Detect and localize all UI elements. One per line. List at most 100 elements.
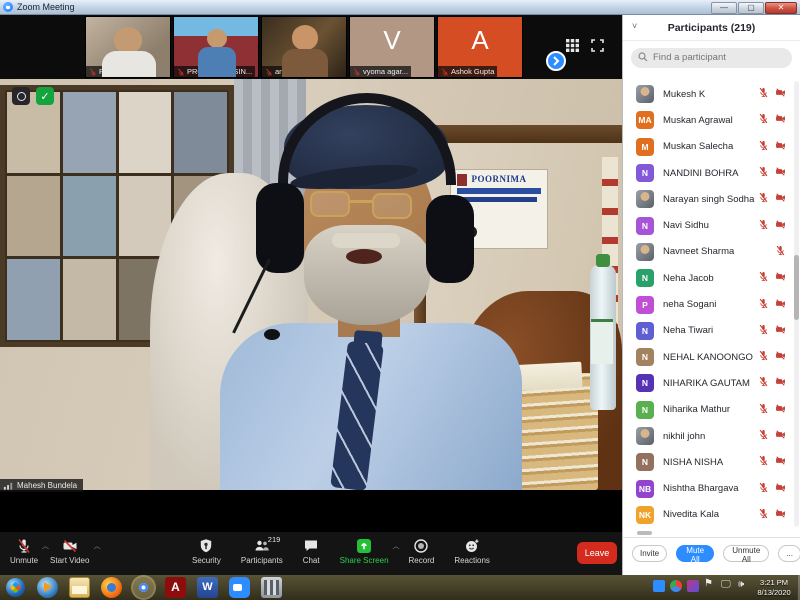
next-page-arrow-button[interactable] xyxy=(546,51,566,71)
unmute-all-button[interactable]: Unmute All xyxy=(723,545,769,562)
file-explorer-icon[interactable] xyxy=(69,577,90,598)
chrome-icon[interactable] xyxy=(133,577,154,598)
chevron-up-icon[interactable]: ︿ xyxy=(393,541,400,551)
record-button[interactable]: Record xyxy=(403,536,441,567)
participant-row[interactable]: Navneet Sharma xyxy=(623,239,793,265)
mic-tip xyxy=(264,329,280,340)
reactions-button[interactable]: Reactions xyxy=(448,536,496,567)
taskbar-clock[interactable]: 3:21 PM 8/13/2020 xyxy=(752,578,796,597)
participant-photo-avatar xyxy=(636,85,654,103)
mic-muted-icon xyxy=(758,480,769,498)
minimize-button[interactable]: — xyxy=(711,2,737,14)
participant-row[interactable]: NNEHAL KANOONGO xyxy=(623,344,793,370)
participant-row[interactable]: MAMuskan Agrawal xyxy=(623,107,793,133)
windows-taskbar: 3:21 PM 8/13/2020 xyxy=(0,575,800,600)
gallery-view-icon[interactable] xyxy=(566,39,579,52)
maximize-button[interactable]: ▢ xyxy=(738,2,764,14)
panel-collapse-icon[interactable]: ˅ xyxy=(632,21,637,31)
mic-muted-icon xyxy=(758,164,769,182)
leave-button[interactable]: Leave xyxy=(577,542,617,564)
invite-button[interactable]: Invite xyxy=(632,545,667,562)
video-off-icon xyxy=(775,217,786,235)
find-participant-input[interactable] xyxy=(631,48,792,68)
firefox-icon[interactable] xyxy=(101,577,122,598)
security-button[interactable]: Security xyxy=(186,536,227,567)
action-center-flag-icon[interactable] xyxy=(704,580,716,592)
participant-row[interactable]: NKNivedita Kala xyxy=(623,502,793,528)
filmstrip-thumbnail[interactable]: Vrect x="6.2" y="1.5" width="3.6" height… xyxy=(349,16,435,78)
participant-photo-avatar xyxy=(636,427,654,445)
unmute-button[interactable]: Unmute︿ xyxy=(4,536,44,567)
participant-row[interactable]: NNeha Tiwari xyxy=(623,318,793,344)
people-icon: 219 xyxy=(254,538,270,554)
muted-mic-icon: rect x="6.2" y="1.5" width="3.6" height=… xyxy=(353,68,361,76)
mic-muted-icon xyxy=(758,453,769,471)
wood-beam xyxy=(418,125,622,143)
zoom-taskbar-icon[interactable] xyxy=(229,577,250,598)
chevron-up-icon[interactable]: ︿ xyxy=(93,541,100,551)
start-button[interactable] xyxy=(6,578,25,597)
filmstrip-thumbnail[interactable]: rect x="6.2" y="1.5" width="3.6" height=… xyxy=(85,16,171,78)
panel-scrollbar-thumb[interactable] xyxy=(794,255,799,320)
tray-zoom-icon[interactable] xyxy=(653,580,665,592)
filmstrip-thumbnail[interactable]: rect x="6.2" y="1.5" width="3.6" height=… xyxy=(261,16,347,78)
filmstrip-thumbnail[interactable]: Arect x="6.2" y="1.5" width="3.6" height… xyxy=(437,16,523,78)
thumbnail-name-label: rect x="6.2" y="1.5" width="3.6" height=… xyxy=(438,66,497,77)
tray-app-icon[interactable] xyxy=(687,580,699,592)
movie-maker-icon[interactable] xyxy=(261,577,282,598)
participant-letter-avatar: MA xyxy=(636,111,654,129)
zoom-meeting-window: Zoom Meeting — ▢ ✕ rect x="6.2" y="1.5" … xyxy=(0,0,800,600)
share-screen-button[interactable]: Share Screen︿ xyxy=(334,536,395,567)
adobe-reader-icon[interactable] xyxy=(165,577,186,598)
thumbnail-name-label: rect x="6.2" y="1.5" width="3.6" height=… xyxy=(174,66,255,77)
participant-row[interactable]: nikhil john xyxy=(623,423,793,449)
close-button[interactable]: ✕ xyxy=(765,2,797,14)
participant-photo-avatar xyxy=(636,243,654,261)
media-player-icon[interactable] xyxy=(37,577,58,598)
participant-row[interactable]: NNANDINI BOHRA xyxy=(623,160,793,186)
participant-row[interactable]: NNiharika Mathur xyxy=(623,397,793,423)
participants-button[interactable]: 219 Participants xyxy=(235,536,289,567)
meeting-info-icon[interactable] xyxy=(12,87,30,105)
participant-row[interactable]: NNISHA NISHA xyxy=(623,449,793,475)
start-video-button[interactable]: Start Video︿ xyxy=(44,536,95,567)
clock-date: 8/13/2020 xyxy=(752,588,796,598)
mic-muted-icon xyxy=(758,374,769,392)
meeting-main-area: rect x="6.2" y="1.5" width="3.6" height=… xyxy=(0,15,622,575)
participant-row[interactable]: Narayan singh Sodha xyxy=(623,186,793,212)
chat-button[interactable]: Chat xyxy=(297,536,326,567)
tray-chrome-icon[interactable] xyxy=(670,580,682,592)
participant-name: Neha Jacob xyxy=(663,273,758,284)
mic-muted-icon xyxy=(758,401,769,419)
window-titlebar[interactable]: Zoom Meeting — ▢ ✕ xyxy=(0,0,800,15)
video-off-icon xyxy=(775,453,786,471)
network-icon[interactable] xyxy=(721,580,733,592)
mic-muted-icon xyxy=(16,538,32,554)
encryption-shield-icon[interactable]: ✓ xyxy=(36,87,54,105)
panel-scrollbar-track[interactable] xyxy=(794,81,799,527)
thumbnail-name-label: rect x="6.2" y="1.5" width="3.6" height=… xyxy=(262,66,317,77)
fullscreen-icon[interactable] xyxy=(591,39,604,52)
mouth xyxy=(346,249,382,264)
mute-all-button[interactable]: Mute All xyxy=(676,545,714,562)
volume-icon[interactable] xyxy=(738,580,750,592)
toolbar-item-label: Chat xyxy=(303,556,320,565)
participant-row[interactable]: Mukesh K xyxy=(623,81,793,107)
filmstrip-thumbnail[interactable]: rect x="6.2" y="1.5" width="3.6" height=… xyxy=(173,16,259,78)
participant-row[interactable]: Pneha Sogani xyxy=(623,291,793,317)
participant-row[interactable]: NBNishtha Bhargava xyxy=(623,475,793,501)
meeting-controls-toolbar: Unmute︿Start Video︿ Security 219 Participa… xyxy=(0,532,622,575)
participant-letter-avatar: NB xyxy=(636,480,654,498)
toolbar-item-label: Participants xyxy=(241,556,283,565)
video-off-icon xyxy=(775,401,786,419)
participant-row[interactable]: NNeha Jacob xyxy=(623,265,793,291)
word-icon[interactable] xyxy=(197,577,218,598)
participant-row[interactable]: MMuskan Salecha xyxy=(623,134,793,160)
participant-row[interactable]: NNavi Sidhu xyxy=(623,212,793,238)
glasses-bridge xyxy=(350,200,372,203)
participant-row[interactable]: NNIHARIKA GAUTAM xyxy=(623,370,793,396)
mic-muted-icon xyxy=(758,138,769,156)
muted-mic-icon: rect x="6.2" y="1.5" width="3.6" height=… xyxy=(177,68,185,76)
more-options-button[interactable]: ... xyxy=(778,545,800,562)
avatar-letter: V xyxy=(350,25,434,56)
